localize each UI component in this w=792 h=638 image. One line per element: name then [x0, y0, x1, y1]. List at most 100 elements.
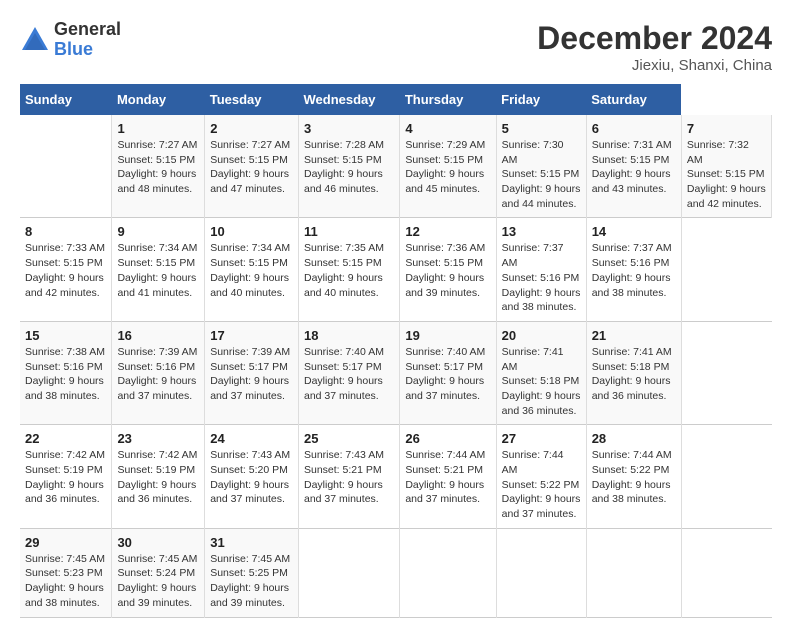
day-info: Sunrise: 7:27 AM Sunset: 5:15 PM Dayligh… — [117, 138, 199, 197]
day-number: 12 — [405, 224, 490, 239]
day-info: Sunrise: 7:45 AM Sunset: 5:24 PM Dayligh… — [117, 552, 199, 611]
day-info: Sunrise: 7:40 AM Sunset: 5:17 PM Dayligh… — [405, 345, 490, 404]
day-info: Sunrise: 7:30 AM Sunset: 5:15 PM Dayligh… — [502, 138, 581, 211]
day-info: Sunrise: 7:41 AM Sunset: 5:18 PM Dayligh… — [502, 345, 581, 418]
calendar-week-row: 15 Sunrise: 7:38 AM Sunset: 5:16 PM Dayl… — [20, 321, 772, 424]
calendar-cell: 31 Sunrise: 7:45 AM Sunset: 5:25 PM Dayl… — [205, 528, 299, 617]
calendar-week-row: 1 Sunrise: 7:27 AM Sunset: 5:15 PM Dayli… — [20, 115, 772, 218]
calendar-cell: 23 Sunrise: 7:42 AM Sunset: 5:19 PM Dayl… — [112, 425, 205, 528]
day-info: Sunrise: 7:37 AM Sunset: 5:16 PM Dayligh… — [592, 241, 676, 300]
day-info: Sunrise: 7:44 AM Sunset: 5:22 PM Dayligh… — [502, 448, 581, 521]
calendar-cell — [400, 528, 496, 617]
day-number: 2 — [210, 121, 293, 136]
day-number: 17 — [210, 328, 293, 343]
day-info: Sunrise: 7:28 AM Sunset: 5:15 PM Dayligh… — [304, 138, 394, 197]
calendar-cell: 11 Sunrise: 7:35 AM Sunset: 5:15 PM Dayl… — [298, 218, 399, 321]
day-number: 20 — [502, 328, 581, 343]
day-number: 6 — [592, 121, 676, 136]
calendar-cell: 12 Sunrise: 7:36 AM Sunset: 5:15 PM Dayl… — [400, 218, 496, 321]
calendar-cell: 20 Sunrise: 7:41 AM Sunset: 5:18 PM Dayl… — [496, 321, 586, 424]
day-number: 30 — [117, 535, 199, 550]
day-number: 19 — [405, 328, 490, 343]
calendar-cell: 3 Sunrise: 7:28 AM Sunset: 5:15 PM Dayli… — [298, 115, 399, 218]
calendar-cell: 21 Sunrise: 7:41 AM Sunset: 5:18 PM Dayl… — [586, 321, 681, 424]
day-info: Sunrise: 7:42 AM Sunset: 5:19 PM Dayligh… — [25, 448, 106, 507]
calendar-cell: 15 Sunrise: 7:38 AM Sunset: 5:16 PM Dayl… — [20, 321, 112, 424]
calendar-table: Sunday Monday Tuesday Wednesday Thursday… — [20, 84, 772, 618]
day-number: 14 — [592, 224, 676, 239]
day-info: Sunrise: 7:36 AM Sunset: 5:15 PM Dayligh… — [405, 241, 490, 300]
calendar-cell: 22 Sunrise: 7:42 AM Sunset: 5:19 PM Dayl… — [20, 425, 112, 528]
day-info: Sunrise: 7:31 AM Sunset: 5:15 PM Dayligh… — [592, 138, 676, 197]
day-number: 8 — [25, 224, 106, 239]
calendar-cell: 10 Sunrise: 7:34 AM Sunset: 5:15 PM Dayl… — [205, 218, 299, 321]
calendar-cell: 28 Sunrise: 7:44 AM Sunset: 5:22 PM Dayl… — [586, 425, 681, 528]
day-number: 21 — [592, 328, 676, 343]
logo-text: General Blue — [54, 20, 121, 60]
day-number: 24 — [210, 431, 293, 446]
day-info: Sunrise: 7:38 AM Sunset: 5:16 PM Dayligh… — [25, 345, 106, 404]
day-number: 31 — [210, 535, 293, 550]
day-info: Sunrise: 7:35 AM Sunset: 5:15 PM Dayligh… — [304, 241, 394, 300]
logo-icon — [20, 25, 50, 55]
col-thursday: Thursday — [400, 84, 496, 115]
calendar-cell: 16 Sunrise: 7:39 AM Sunset: 5:16 PM Dayl… — [112, 321, 205, 424]
day-number: 10 — [210, 224, 293, 239]
calendar-cell: 7 Sunrise: 7:32 AM Sunset: 5:15 PM Dayli… — [681, 115, 771, 218]
day-info: Sunrise: 7:33 AM Sunset: 5:15 PM Dayligh… — [25, 241, 106, 300]
day-info: Sunrise: 7:39 AM Sunset: 5:17 PM Dayligh… — [210, 345, 293, 404]
calendar-cell: 5 Sunrise: 7:30 AM Sunset: 5:15 PM Dayli… — [496, 115, 586, 218]
calendar-cell: 14 Sunrise: 7:37 AM Sunset: 5:16 PM Dayl… — [586, 218, 681, 321]
title-section: December 2024 Jiexiu, Shanxi, China — [537, 20, 772, 74]
calendar-cell: 19 Sunrise: 7:40 AM Sunset: 5:17 PM Dayl… — [400, 321, 496, 424]
calendar-body: 1 Sunrise: 7:27 AM Sunset: 5:15 PM Dayli… — [20, 115, 772, 617]
day-number: 18 — [304, 328, 394, 343]
day-number: 23 — [117, 431, 199, 446]
month-title: December 2024 — [537, 20, 772, 57]
calendar-week-row: 29 Sunrise: 7:45 AM Sunset: 5:23 PM Dayl… — [20, 528, 772, 617]
calendar-cell: 30 Sunrise: 7:45 AM Sunset: 5:24 PM Dayl… — [112, 528, 205, 617]
calendar-cell: 9 Sunrise: 7:34 AM Sunset: 5:15 PM Dayli… — [112, 218, 205, 321]
calendar-header: Sunday Monday Tuesday Wednesday Thursday… — [20, 84, 772, 115]
col-monday: Monday — [112, 84, 205, 115]
logo: General Blue — [20, 20, 121, 60]
day-info: Sunrise: 7:45 AM Sunset: 5:23 PM Dayligh… — [25, 552, 106, 611]
day-info: Sunrise: 7:32 AM Sunset: 5:15 PM Dayligh… — [687, 138, 766, 211]
calendar-cell — [20, 115, 112, 218]
calendar-cell: 27 Sunrise: 7:44 AM Sunset: 5:22 PM Dayl… — [496, 425, 586, 528]
day-info: Sunrise: 7:29 AM Sunset: 5:15 PM Dayligh… — [405, 138, 490, 197]
col-tuesday: Tuesday — [205, 84, 299, 115]
day-number: 9 — [117, 224, 199, 239]
calendar-cell: 4 Sunrise: 7:29 AM Sunset: 5:15 PM Dayli… — [400, 115, 496, 218]
calendar-cell: 24 Sunrise: 7:43 AM Sunset: 5:20 PM Dayl… — [205, 425, 299, 528]
day-number: 13 — [502, 224, 581, 239]
col-sunday: Sunday — [20, 84, 112, 115]
day-info: Sunrise: 7:27 AM Sunset: 5:15 PM Dayligh… — [210, 138, 293, 197]
day-number: 4 — [405, 121, 490, 136]
day-info: Sunrise: 7:39 AM Sunset: 5:16 PM Dayligh… — [117, 345, 199, 404]
day-number: 7 — [687, 121, 766, 136]
day-number: 15 — [25, 328, 106, 343]
day-info: Sunrise: 7:37 AM Sunset: 5:16 PM Dayligh… — [502, 241, 581, 314]
day-info: Sunrise: 7:40 AM Sunset: 5:17 PM Dayligh… — [304, 345, 394, 404]
calendar-cell: 6 Sunrise: 7:31 AM Sunset: 5:15 PM Dayli… — [586, 115, 681, 218]
calendar-cell: 26 Sunrise: 7:44 AM Sunset: 5:21 PM Dayl… — [400, 425, 496, 528]
calendar-cell: 1 Sunrise: 7:27 AM Sunset: 5:15 PM Dayli… — [112, 115, 205, 218]
col-friday: Friday — [496, 84, 586, 115]
day-number: 28 — [592, 431, 676, 446]
logo-general: General — [54, 20, 121, 40]
day-number: 29 — [25, 535, 106, 550]
day-number: 16 — [117, 328, 199, 343]
col-saturday: Saturday — [586, 84, 681, 115]
day-number: 3 — [304, 121, 394, 136]
day-number: 1 — [117, 121, 199, 136]
day-number: 11 — [304, 224, 394, 239]
day-info: Sunrise: 7:43 AM Sunset: 5:21 PM Dayligh… — [304, 448, 394, 507]
calendar-cell: 25 Sunrise: 7:43 AM Sunset: 5:21 PM Dayl… — [298, 425, 399, 528]
day-info: Sunrise: 7:42 AM Sunset: 5:19 PM Dayligh… — [117, 448, 199, 507]
page-header: General Blue December 2024 Jiexiu, Shanx… — [20, 20, 772, 74]
day-number: 25 — [304, 431, 394, 446]
day-number: 26 — [405, 431, 490, 446]
calendar-cell: 8 Sunrise: 7:33 AM Sunset: 5:15 PM Dayli… — [20, 218, 112, 321]
day-info: Sunrise: 7:43 AM Sunset: 5:20 PM Dayligh… — [210, 448, 293, 507]
